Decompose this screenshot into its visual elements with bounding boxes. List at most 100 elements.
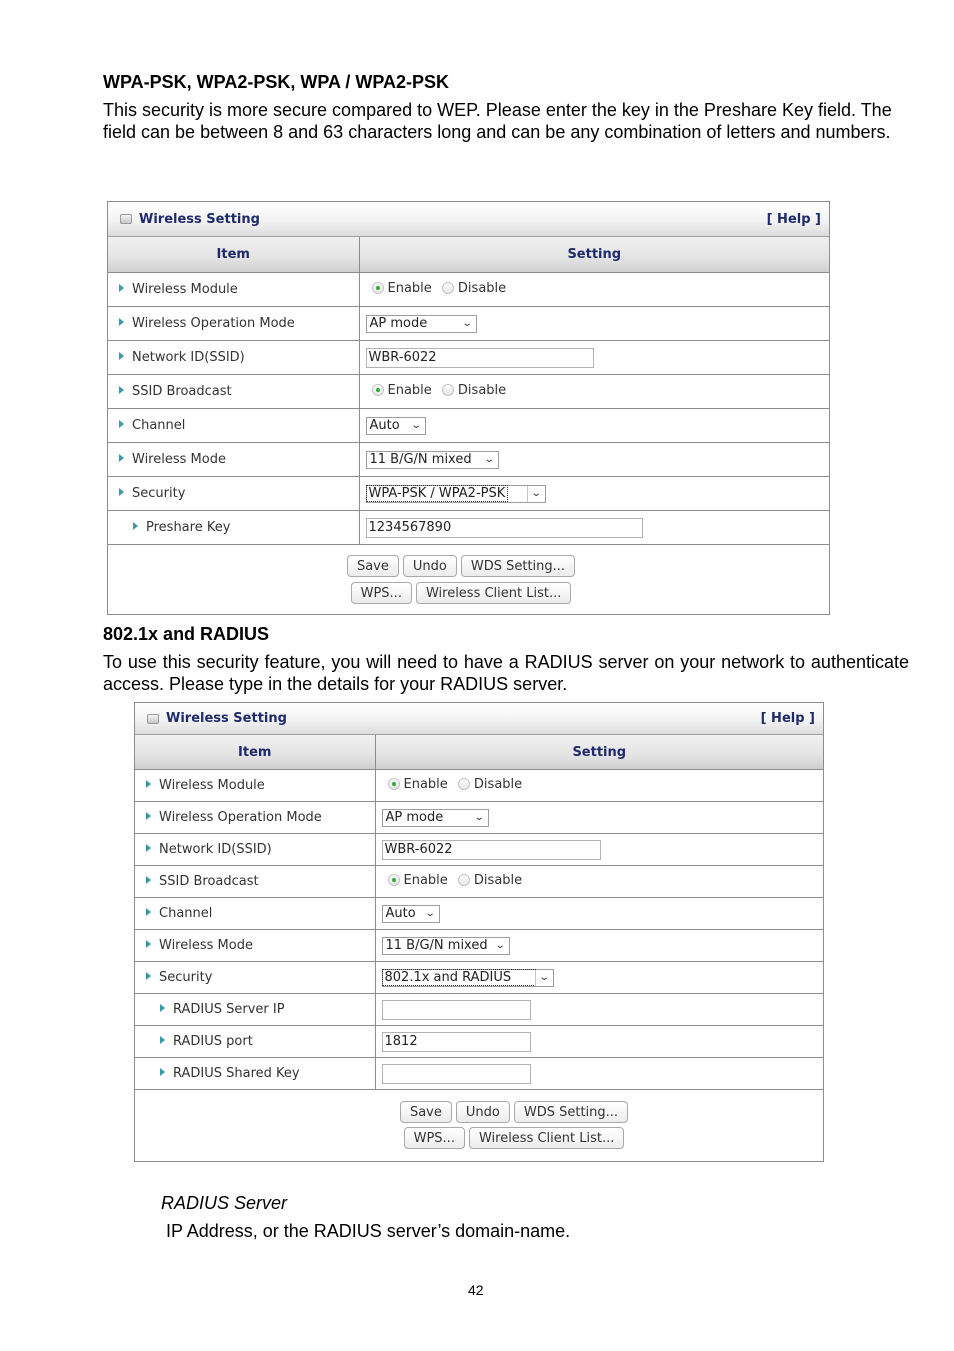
save-button[interactable]: Save bbox=[399, 1101, 452, 1123]
column-header-setting: Setting bbox=[375, 735, 823, 770]
radio-disable-label: Disable bbox=[457, 382, 507, 398]
ssid-input[interactable] bbox=[381, 839, 601, 860]
channel-select[interactable]: Auto ⌄ bbox=[381, 904, 440, 923]
ssid-input[interactable] bbox=[365, 347, 594, 368]
undo-button[interactable]: Undo bbox=[455, 1101, 510, 1123]
radio-enable-label: Enable bbox=[387, 280, 432, 296]
table-row: SSID Broadcast Enable Disable bbox=[135, 865, 823, 898]
table-row: Wireless Module Enable Disable bbox=[135, 769, 823, 802]
undo-button[interactable]: Undo bbox=[402, 555, 457, 577]
radio-checked-icon[interactable] bbox=[371, 384, 384, 397]
section-heading-wpa-psk: WPA-PSK, WPA2-PSK, WPA / WPA2-PSK bbox=[103, 72, 450, 92]
table-row: Security 802.1x and RADIUS ⌄ bbox=[135, 961, 823, 994]
row-label-radius-server-ip: RADIUS Server IP bbox=[173, 1002, 285, 1017]
table-row: RADIUS Shared Key bbox=[135, 1057, 823, 1090]
wds-setting-button[interactable]: WDS Setting... bbox=[460, 555, 576, 577]
radio-checked-icon[interactable] bbox=[387, 874, 400, 887]
bullet-arrow-icon bbox=[146, 780, 151, 788]
column-header-item: Item bbox=[108, 237, 360, 273]
radio-disable-label: Disable bbox=[473, 776, 523, 792]
table-row: Wireless Module Enable Disable bbox=[108, 272, 829, 307]
button-row: Save Undo WDS Setting... WPS... Wireless… bbox=[108, 545, 829, 604]
wps-button[interactable]: WPS... bbox=[403, 1127, 465, 1149]
bullet-arrow-icon bbox=[146, 972, 151, 980]
definition-radius-server: IP Address, or the RADIUS server’s domai… bbox=[166, 1221, 571, 1241]
row-label-preshare-key: Preshare Key bbox=[146, 520, 231, 535]
radio-checked-icon[interactable] bbox=[387, 778, 400, 791]
wireless-mode-select[interactable]: 11 B/G/N mixed ⌄ bbox=[365, 450, 499, 469]
bullet-arrow-icon bbox=[119, 284, 124, 292]
row-label-channel: Channel bbox=[132, 418, 186, 433]
table-row: Wireless Mode 11 B/G/N mixed ⌄ bbox=[108, 442, 829, 477]
radio-disable[interactable]: Disable bbox=[441, 280, 507, 296]
wireless-mode-select[interactable]: 11 B/G/N mixed ⌄ bbox=[381, 936, 510, 955]
select-value: 11 B/G/N mixed bbox=[385, 938, 488, 953]
row-label-ssid-broadcast: SSID Broadcast bbox=[132, 384, 232, 399]
wireless-client-list-button[interactable]: Wireless Client List... bbox=[468, 1127, 625, 1149]
chevron-down-icon: ⌄ bbox=[483, 454, 495, 465]
radio-unchecked-icon[interactable] bbox=[457, 778, 470, 791]
chevron-down-icon: ⌄ bbox=[530, 488, 542, 499]
operation-mode-select[interactable]: AP mode ⌄ bbox=[365, 314, 477, 333]
security-select[interactable]: WPA-PSK / WPA2-PSK ⌄ bbox=[365, 484, 546, 503]
bullet-arrow-icon bbox=[133, 522, 138, 530]
row-label-channel: Channel bbox=[159, 906, 213, 921]
section-heading-radius: 802.1x and RADIUS bbox=[103, 624, 270, 644]
panel-square-icon bbox=[147, 713, 159, 724]
radius-shared-key-input[interactable] bbox=[381, 1063, 531, 1084]
radio-unchecked-icon[interactable] bbox=[441, 282, 454, 295]
radius-server-ip-input[interactable] bbox=[381, 999, 531, 1020]
wds-setting-button[interactable]: WDS Setting... bbox=[513, 1101, 629, 1123]
chevron-down-icon: ⌄ bbox=[473, 812, 485, 823]
radio-disable[interactable]: Disable bbox=[457, 873, 522, 888]
radio-disable[interactable]: Disable bbox=[457, 776, 523, 792]
select-value: AP mode bbox=[369, 316, 428, 331]
table-row: Wireless Operation Mode AP mode ⌄ bbox=[108, 306, 829, 341]
radio-enable-label: Enable bbox=[403, 776, 448, 792]
select-value: 802.1x and RADIUS bbox=[381, 969, 537, 986]
preshare-key-input[interactable] bbox=[365, 517, 643, 538]
page-number: 42 bbox=[468, 1282, 484, 1298]
row-label-security: Security bbox=[159, 970, 213, 985]
radio-enable[interactable]: Enable bbox=[371, 382, 432, 398]
table-row: Wireless Mode 11 B/G/N mixed ⌄ bbox=[135, 929, 823, 962]
chevron-down-icon: ⌄ bbox=[424, 908, 436, 919]
row-label-radius-port: RADIUS port bbox=[173, 1034, 253, 1049]
radio-enable[interactable]: Enable bbox=[387, 873, 448, 888]
radio-enable-label: Enable bbox=[387, 382, 432, 398]
wps-button[interactable]: WPS... bbox=[350, 582, 412, 604]
radio-unchecked-icon[interactable] bbox=[441, 384, 454, 397]
bullet-arrow-icon bbox=[160, 1036, 165, 1044]
radius-port-input[interactable] bbox=[381, 1031, 531, 1052]
radio-enable[interactable]: Enable bbox=[371, 280, 432, 296]
bullet-arrow-icon bbox=[160, 1068, 165, 1076]
help-link[interactable]: [ Help ] bbox=[761, 711, 815, 726]
bullet-arrow-icon bbox=[146, 940, 151, 948]
wireless-client-list-button[interactable]: Wireless Client List... bbox=[415, 582, 572, 604]
radio-unchecked-icon[interactable] bbox=[457, 874, 470, 887]
wireless-setting-panel-radius: Wireless Setting [ Help ] Item Setting W… bbox=[134, 702, 824, 1162]
help-link[interactable]: [ Help ] bbox=[767, 212, 821, 227]
settings-table: Item Setting Wireless Module Enable Disa… bbox=[135, 735, 823, 1149]
radio-disable-label: Disable bbox=[457, 280, 507, 296]
settings-table: Item Setting Wireless Module Enable Disa… bbox=[108, 237, 829, 604]
radio-enable[interactable]: Enable bbox=[387, 776, 448, 792]
security-select[interactable]: 802.1x and RADIUS ⌄ bbox=[381, 968, 554, 987]
row-label-ssid: Network ID(SSID) bbox=[132, 350, 245, 365]
radio-checked-icon[interactable] bbox=[371, 282, 384, 295]
table-row: Security WPA-PSK / WPA2-PSK ⌄ bbox=[108, 476, 829, 511]
bullet-arrow-icon bbox=[160, 1004, 165, 1012]
table-row: Channel Auto ⌄ bbox=[108, 408, 829, 443]
table-row: Network ID(SSID) bbox=[135, 833, 823, 866]
save-button[interactable]: Save bbox=[346, 555, 399, 577]
radio-disable[interactable]: Disable bbox=[441, 382, 507, 398]
channel-select[interactable]: Auto ⌄ bbox=[365, 416, 426, 435]
operation-mode-select[interactable]: AP mode ⌄ bbox=[381, 808, 489, 827]
bullet-arrow-icon bbox=[119, 454, 124, 462]
bullet-arrow-icon bbox=[119, 386, 124, 394]
panel-title: Wireless Setting bbox=[166, 711, 287, 726]
table-row: Network ID(SSID) bbox=[108, 340, 829, 375]
bullet-arrow-icon bbox=[119, 488, 124, 496]
row-label-wireless-mode: Wireless Mode bbox=[132, 452, 226, 467]
bullet-arrow-icon bbox=[119, 420, 124, 428]
